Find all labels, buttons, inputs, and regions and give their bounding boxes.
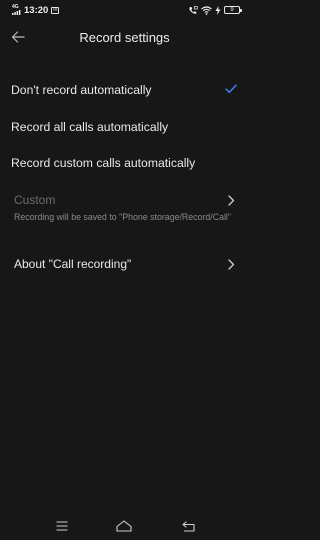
option-label: Don't record automatically <box>11 83 152 97</box>
record-settings-screen: 4G 13:20 ✉ 9 Record settings Don't recor… <box>0 0 249 540</box>
storage-path-note: Recording will be saved to "Phone storag… <box>14 212 231 222</box>
check-icon <box>225 84 237 94</box>
menu-icon <box>56 521 68 531</box>
clock: 13:20 <box>24 4 49 16</box>
wifi-icon <box>201 5 212 15</box>
chevron-right-icon <box>228 194 235 206</box>
call-hd-icon <box>189 5 198 14</box>
message-notification-icon: ✉ <box>51 6 60 14</box>
custom-label: Custom <box>14 193 56 207</box>
chevron-right-icon <box>228 258 235 270</box>
return-icon <box>181 520 195 532</box>
option-record-all[interactable]: Record all calls automatically <box>0 110 249 144</box>
menu-button[interactable] <box>52 518 72 534</box>
page-title: Record settings <box>79 30 170 45</box>
option-record-custom[interactable]: Record custom calls automatically <box>0 146 249 180</box>
cellular-signal-icon: 4G <box>12 5 21 15</box>
about-call-recording-row[interactable]: About "Call recording" <box>0 252 249 276</box>
about-label: About "Call recording" <box>14 257 132 271</box>
back-nav-button[interactable] <box>178 518 198 534</box>
option-label: Record custom calls automatically <box>11 156 196 170</box>
option-dont-record[interactable]: Don't record automatically <box>0 73 249 107</box>
home-icon <box>116 520 132 532</box>
status-bar: 4G 13:20 ✉ 9 <box>0 0 249 20</box>
home-button[interactable] <box>114 518 134 534</box>
battery-level: 9 <box>230 7 234 13</box>
status-right: 9 <box>188 5 242 15</box>
header: Record settings <box>0 25 249 51</box>
status-left: 4G 13:20 ✉ <box>12 4 60 16</box>
custom-row[interactable]: Custom <box>0 188 249 212</box>
battery-icon: 9 <box>224 6 242 14</box>
navigation-bar <box>0 512 249 540</box>
bolt-icon <box>215 5 221 15</box>
option-label: Record all calls automatically <box>11 120 169 134</box>
